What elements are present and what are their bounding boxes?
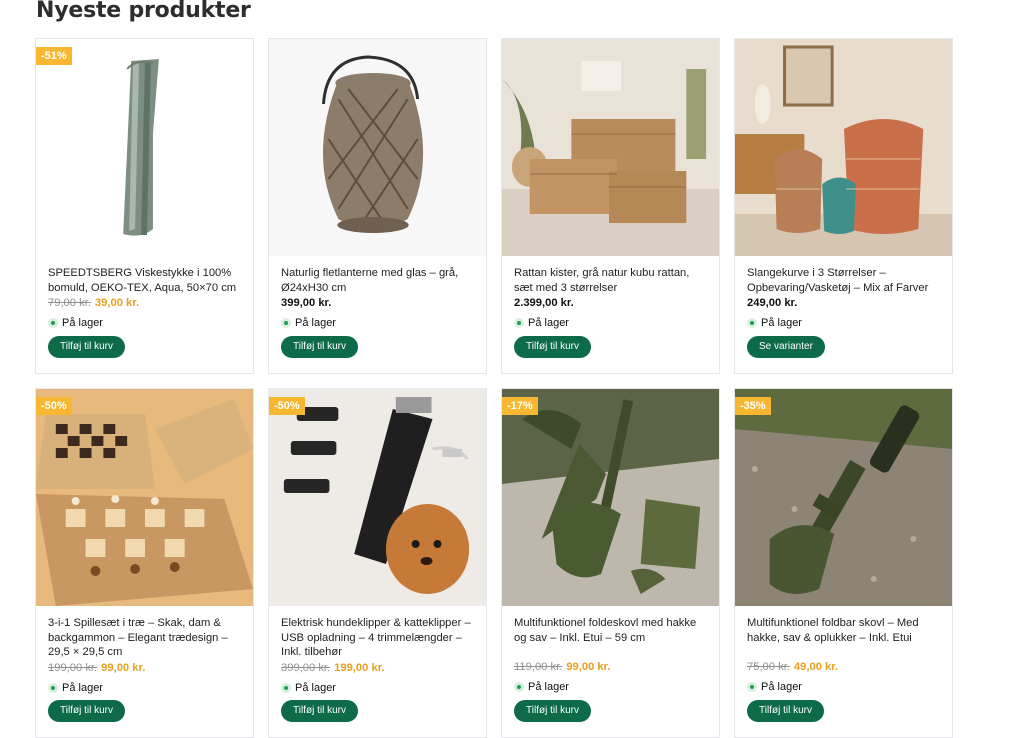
add-to-cart-button[interactable]: Tilføj til kurv [281, 336, 358, 358]
product-info: SPEEDTSBERG Viskestykke i 100% bomuld, O… [48, 266, 243, 330]
old-price: 399,00 kr. [281, 661, 331, 674]
discount-badge: -51% [36, 47, 72, 65]
product-info: Multifunktionel foldeskovl med hakke og … [514, 616, 709, 694]
product-image-chess-set[interactable] [36, 389, 253, 606]
product-card[interactable]: -35% Multifunktionel foldbar skovl – Med… [734, 388, 953, 738]
regular-price: 249,00 kr. [747, 297, 798, 310]
old-price: 75,00 kr. [747, 661, 790, 674]
product-card[interactable]: Slangekurve i 3 Størrelser – Opbevaring/… [734, 38, 953, 374]
stock-status: På lager [281, 681, 476, 695]
product-info: 3-i-1 Spillesæt i træ – Skak, dam & back… [48, 616, 243, 695]
product-info: Elektrisk hundeklipper & katteklipper – … [281, 616, 476, 695]
in-stock-icon [747, 318, 757, 329]
product-info: Naturlig fletlanterne med glas – grå, Ø2… [281, 266, 476, 330]
in-stock-icon [48, 682, 58, 693]
stock-label: På lager [295, 681, 336, 694]
price: 75,00 kr. 49,00 kr. [747, 661, 942, 677]
stock-status: På lager [48, 316, 243, 330]
stock-status: På lager [747, 316, 942, 330]
in-stock-icon [747, 682, 757, 693]
product-card[interactable]: -50% 3-i-1 Spillesæt i træ – Skak, dam &… [35, 388, 254, 738]
price: 2.399,00 kr. [514, 297, 709, 313]
product-name[interactable]: Slangekurve i 3 Størrelser – Opbevaring/… [747, 266, 942, 295]
product-name[interactable]: Elektrisk hundeklipper & katteklipper – … [281, 616, 476, 660]
product-image-foldable-shovel[interactable] [735, 389, 952, 606]
add-to-cart-button[interactable]: Tilføj til kurv [48, 336, 125, 358]
product-name[interactable]: 3-i-1 Spillesæt i træ – Skak, dam & back… [48, 616, 243, 660]
product-name[interactable]: Multifunktionel foldeskovl med hakke og … [514, 616, 709, 645]
price: 79,00 kr. 39,00 kr. [48, 297, 243, 313]
product-name[interactable]: SPEEDTSBERG Viskestykke i 100% bomuld, O… [48, 266, 243, 295]
in-stock-icon [514, 318, 524, 329]
discount-badge: -17% [502, 397, 538, 415]
price: 119,00 kr. 99,00 kr. [514, 661, 709, 677]
add-to-cart-button[interactable]: Tilføj til kurv [281, 700, 358, 722]
stock-status: På lager [514, 316, 709, 330]
stock-label: På lager [761, 681, 802, 694]
stock-label: På lager [528, 681, 569, 694]
product-image-baskets[interactable] [735, 39, 952, 256]
stock-status: På lager [747, 680, 942, 694]
product-card[interactable]: -17% Multifunktionel foldeskovl med hakk… [501, 388, 720, 738]
in-stock-icon [48, 318, 58, 329]
sale-price: 99,00 kr. [101, 661, 146, 674]
product-card[interactable]: Naturlig fletlanterne med glas – grå, Ø2… [268, 38, 487, 374]
product-name[interactable]: Naturlig fletlanterne med glas – grå, Ø2… [281, 266, 476, 295]
in-stock-icon [281, 682, 291, 693]
discount-badge: -50% [269, 397, 305, 415]
stock-label: På lager [62, 681, 103, 694]
sale-price: 99,00 kr. [566, 661, 611, 674]
sale-price: 49,00 kr. [793, 661, 839, 674]
product-image-rattan-chests[interactable] [502, 39, 719, 256]
regular-price: 399,00 kr. [281, 297, 332, 310]
product-image-folding-shovel[interactable] [502, 389, 719, 606]
price: 249,00 kr. [747, 297, 942, 313]
product-name[interactable]: Rattan kister, grå natur kubu rattan, sæ… [514, 266, 709, 295]
in-stock-icon [281, 318, 291, 329]
product-image-lantern[interactable] [269, 39, 486, 256]
see-variants-button[interactable]: Se varianter [747, 336, 825, 358]
discount-badge: -50% [36, 397, 72, 415]
section-title: Nyeste produkter [36, 0, 251, 23]
product-image-pet-clipper[interactable] [269, 389, 486, 606]
sale-price: 39,00 kr. [94, 297, 140, 310]
add-to-cart-button[interactable]: Tilføj til kurv [514, 336, 591, 358]
price: 199,00 kr. 99,00 kr. [48, 662, 243, 678]
stock-status: På lager [281, 316, 476, 330]
product-name[interactable]: Multifunktionel foldbar skovl – Med hakk… [747, 616, 942, 645]
discount-badge: -35% [735, 397, 771, 415]
add-to-cart-button[interactable]: Tilføj til kurv [514, 700, 591, 722]
product-card[interactable]: Rattan kister, grå natur kubu rattan, sæ… [501, 38, 720, 374]
stock-label: På lager [528, 317, 569, 330]
regular-price: 2.399,00 kr. [514, 297, 574, 310]
old-price: 79,00 kr. [48, 297, 91, 310]
old-price: 199,00 kr. [48, 661, 98, 674]
add-to-cart-button[interactable]: Tilføj til kurv [48, 700, 125, 722]
product-section: Nyeste produkter -51% SPEEDTSBERG Viskes… [0, 0, 1024, 738]
product-card[interactable]: -50% Elektrisk hundeklipper & katteklipp… [268, 388, 487, 738]
product-card[interactable]: -51% SPEEDTSBERG Viskestykke i 100% bomu… [35, 38, 254, 374]
product-info: Rattan kister, grå natur kubu rattan, sæ… [514, 266, 709, 330]
price: 399,00 kr. 199,00 kr. [281, 662, 476, 678]
price: 399,00 kr. [281, 297, 476, 313]
sale-price: 199,00 kr. [334, 661, 385, 674]
old-price: 119,00 kr. [514, 661, 563, 674]
stock-status: På lager [514, 680, 709, 694]
stock-label: På lager [761, 317, 802, 330]
product-image-tea-towel[interactable] [36, 39, 253, 256]
stock-label: På lager [62, 317, 103, 330]
in-stock-icon [514, 682, 524, 693]
product-info: Multifunktionel foldbar skovl – Med hakk… [747, 616, 942, 694]
stock-label: På lager [295, 317, 336, 330]
product-info: Slangekurve i 3 Størrelser – Opbevaring/… [747, 266, 942, 330]
stock-status: På lager [48, 681, 243, 695]
add-to-cart-button[interactable]: Tilføj til kurv [747, 700, 824, 722]
